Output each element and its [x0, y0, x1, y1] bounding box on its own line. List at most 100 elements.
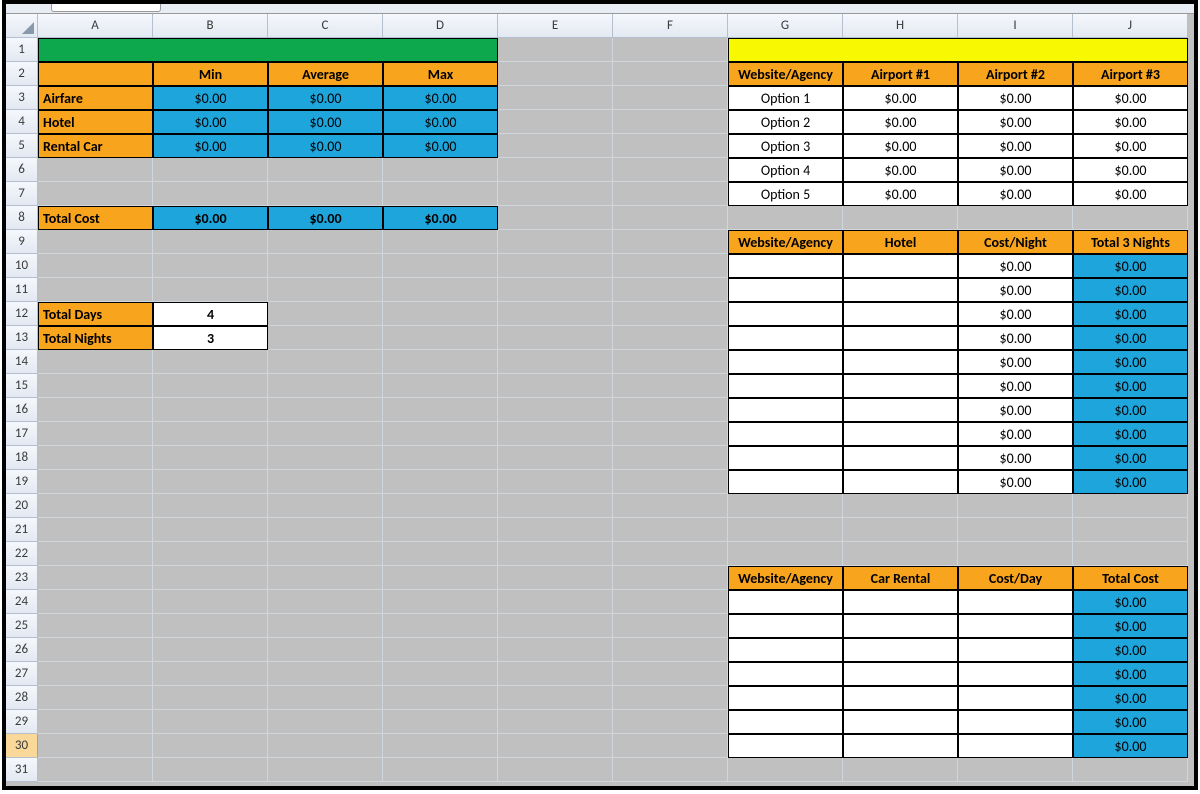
- cell-J4[interactable]: $0.00: [1073, 110, 1188, 134]
- cell-E3[interactable]: [498, 86, 613, 110]
- cell-D3[interactable]: $0.00: [383, 86, 498, 110]
- cell-J17[interactable]: $0.00: [1073, 422, 1188, 446]
- cell-C1[interactable]: [268, 38, 383, 62]
- cell-I1[interactable]: [958, 38, 1073, 62]
- cell-D19[interactable]: [383, 470, 498, 494]
- cell-B8[interactable]: $0.00: [153, 206, 268, 230]
- cell-I3[interactable]: $0.00: [958, 86, 1073, 110]
- cell-J15[interactable]: $0.00: [1073, 374, 1188, 398]
- cell-J12[interactable]: $0.00: [1073, 302, 1188, 326]
- cell-B24[interactable]: [153, 590, 268, 614]
- cell-B28[interactable]: [153, 686, 268, 710]
- cell-J31[interactable]: [1073, 758, 1188, 782]
- cell-J13[interactable]: $0.00: [1073, 326, 1188, 350]
- cell-C3[interactable]: $0.00: [268, 86, 383, 110]
- cell-F2[interactable]: [613, 62, 728, 86]
- row-header-13[interactable]: 13: [6, 326, 38, 350]
- cell-I25[interactable]: [958, 614, 1073, 638]
- cell-D30[interactable]: [383, 734, 498, 758]
- cell-D6[interactable]: [383, 158, 498, 182]
- cell-J24[interactable]: $0.00: [1073, 590, 1188, 614]
- cell-E17[interactable]: [498, 422, 613, 446]
- cell-E20[interactable]: [498, 494, 613, 518]
- cell-F6[interactable]: [613, 158, 728, 182]
- cell-J25[interactable]: $0.00: [1073, 614, 1188, 638]
- row-header-7[interactable]: 7: [6, 182, 38, 206]
- cell-H1[interactable]: [843, 38, 958, 62]
- cell-G5[interactable]: Option 3: [728, 134, 843, 158]
- row-header-11[interactable]: 11: [6, 278, 38, 302]
- cell-B12[interactable]: 4: [153, 302, 268, 326]
- col-header-A[interactable]: A: [38, 14, 153, 38]
- cell-F11[interactable]: [613, 278, 728, 302]
- cell-D22[interactable]: [383, 542, 498, 566]
- cell-A18[interactable]: [38, 446, 153, 470]
- cell-E23[interactable]: [498, 566, 613, 590]
- cell-B18[interactable]: [153, 446, 268, 470]
- cell-A1[interactable]: Nick Weisenberger's Trip Cost Estimator: [38, 38, 153, 62]
- cell-J6[interactable]: $0.00: [1073, 158, 1188, 182]
- cell-F30[interactable]: [613, 734, 728, 758]
- cell-I5[interactable]: $0.00: [958, 134, 1073, 158]
- cell-B23[interactable]: [153, 566, 268, 590]
- cell-F16[interactable]: [613, 398, 728, 422]
- cell-B30[interactable]: [153, 734, 268, 758]
- cell-B9[interactable]: [153, 230, 268, 254]
- row-header-15[interactable]: 15: [6, 374, 38, 398]
- cell-I31[interactable]: [958, 758, 1073, 782]
- cell-A26[interactable]: [38, 638, 153, 662]
- cell-H12[interactable]: [843, 302, 958, 326]
- cell-F27[interactable]: [613, 662, 728, 686]
- cell-E25[interactable]: [498, 614, 613, 638]
- cell-C6[interactable]: [268, 158, 383, 182]
- cell-E30[interactable]: [498, 734, 613, 758]
- cell-J7[interactable]: $0.00: [1073, 182, 1188, 206]
- cell-B4[interactable]: $0.00: [153, 110, 268, 134]
- cell-D25[interactable]: [383, 614, 498, 638]
- cell-H22[interactable]: [843, 542, 958, 566]
- cell-B20[interactable]: [153, 494, 268, 518]
- cell-J3[interactable]: $0.00: [1073, 86, 1188, 110]
- cell-A15[interactable]: [38, 374, 153, 398]
- cell-D13[interactable]: [383, 326, 498, 350]
- cell-B27[interactable]: [153, 662, 268, 686]
- cell-I22[interactable]: [958, 542, 1073, 566]
- cell-J1[interactable]: [1073, 38, 1188, 62]
- cell-C17[interactable]: [268, 422, 383, 446]
- row-header-31[interactable]: 31: [6, 758, 38, 782]
- cell-I16[interactable]: $0.00: [958, 398, 1073, 422]
- cell-B17[interactable]: [153, 422, 268, 446]
- cell-C12[interactable]: [268, 302, 383, 326]
- row-header-27[interactable]: 27: [6, 662, 38, 686]
- row-header-12[interactable]: 12: [6, 302, 38, 326]
- cell-B1[interactable]: [153, 38, 268, 62]
- col-header-G[interactable]: G: [728, 14, 843, 38]
- cell-C8[interactable]: $0.00: [268, 206, 383, 230]
- cell-I6[interactable]: $0.00: [958, 158, 1073, 182]
- cell-A7[interactable]: [38, 182, 153, 206]
- cell-H3[interactable]: $0.00: [843, 86, 958, 110]
- cell-G27[interactable]: [728, 662, 843, 686]
- cell-E26[interactable]: [498, 638, 613, 662]
- cell-I14[interactable]: $0.00: [958, 350, 1073, 374]
- cell-F31[interactable]: [613, 758, 728, 782]
- cell-E14[interactable]: [498, 350, 613, 374]
- cell-H16[interactable]: [843, 398, 958, 422]
- cell-J29[interactable]: $0.00: [1073, 710, 1188, 734]
- cell-E18[interactable]: [498, 446, 613, 470]
- cell-H26[interactable]: [843, 638, 958, 662]
- cell-H4[interactable]: $0.00: [843, 110, 958, 134]
- cell-D10[interactable]: [383, 254, 498, 278]
- cell-B7[interactable]: [153, 182, 268, 206]
- row-header-3[interactable]: 3: [6, 86, 38, 110]
- cell-B3[interactable]: $0.00: [153, 86, 268, 110]
- cell-F26[interactable]: [613, 638, 728, 662]
- cell-F19[interactable]: [613, 470, 728, 494]
- cell-G19[interactable]: [728, 470, 843, 494]
- cell-A24[interactable]: [38, 590, 153, 614]
- col-header-J[interactable]: J: [1073, 14, 1188, 38]
- cell-A29[interactable]: [38, 710, 153, 734]
- cell-H7[interactable]: $0.00: [843, 182, 958, 206]
- row-header-9[interactable]: 9: [6, 230, 38, 254]
- cell-G12[interactable]: [728, 302, 843, 326]
